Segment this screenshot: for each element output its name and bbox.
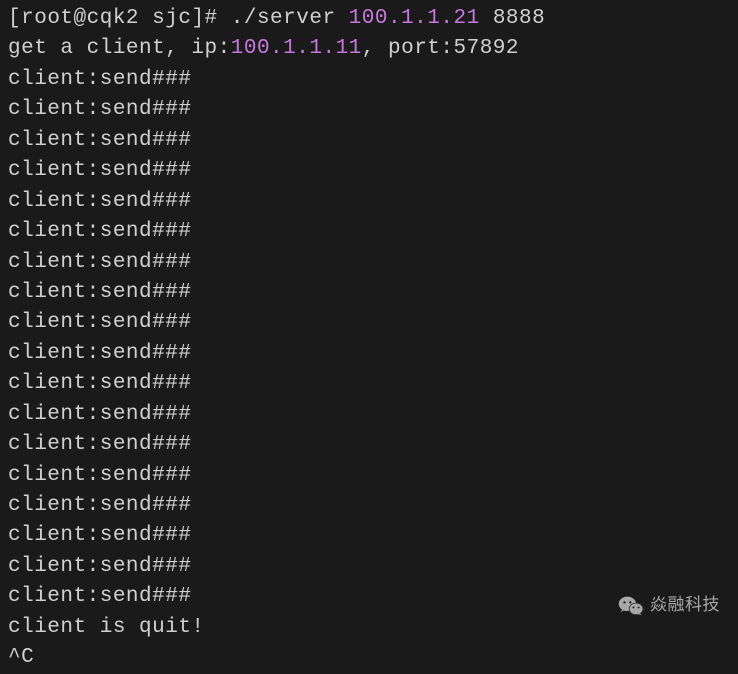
interrupt-line: ^C [8,643,730,673]
port-argument: 8888 [493,7,545,30]
command-text: ./server [231,7,349,30]
send-line: client:send### [8,491,730,521]
prompt-bracket-open: [ [8,7,21,30]
send-line: client:send### [8,187,730,217]
send-line: client:send### [8,248,730,278]
send-line: client:send### [8,126,730,156]
send-line: client:send### [8,217,730,247]
send-line: client:send### [8,369,730,399]
send-line: client:send### [8,552,730,582]
send-line: client:send### [8,308,730,338]
prompt-bracket-close: ]# [191,7,230,30]
send-line: client:send### [8,521,730,551]
client-prefix: get a client, ip: [8,37,231,60]
watermark-text: 焱融科技 [650,593,720,618]
send-line: client:send### [8,400,730,430]
send-line: client:send### [8,430,730,460]
send-line: client:send### [8,156,730,186]
prompt-user-host: root@cqk2 sjc [21,7,191,30]
send-line: client:send### [8,278,730,308]
client-connect-line: get a client, ip:100.1.1.11, port:57892 [8,34,730,64]
ip-argument: 100.1.1.21 [349,7,480,30]
client-ip: 100.1.1.11 [231,37,362,60]
watermark: 焱融科技 [618,593,720,618]
send-line: client:send### [8,339,730,369]
send-line: client:send### [8,95,730,125]
arg-space [480,7,493,30]
prompt-line: [root@cqk2 sjc]# ./server 100.1.1.21 888… [8,4,730,34]
send-line: client:send### [8,65,730,95]
wechat-icon [618,595,644,617]
send-line: client:send### [8,461,730,491]
terminal-output[interactable]: [root@cqk2 sjc]# ./server 100.1.1.21 888… [8,4,730,674]
client-suffix: , port:57892 [362,37,519,60]
